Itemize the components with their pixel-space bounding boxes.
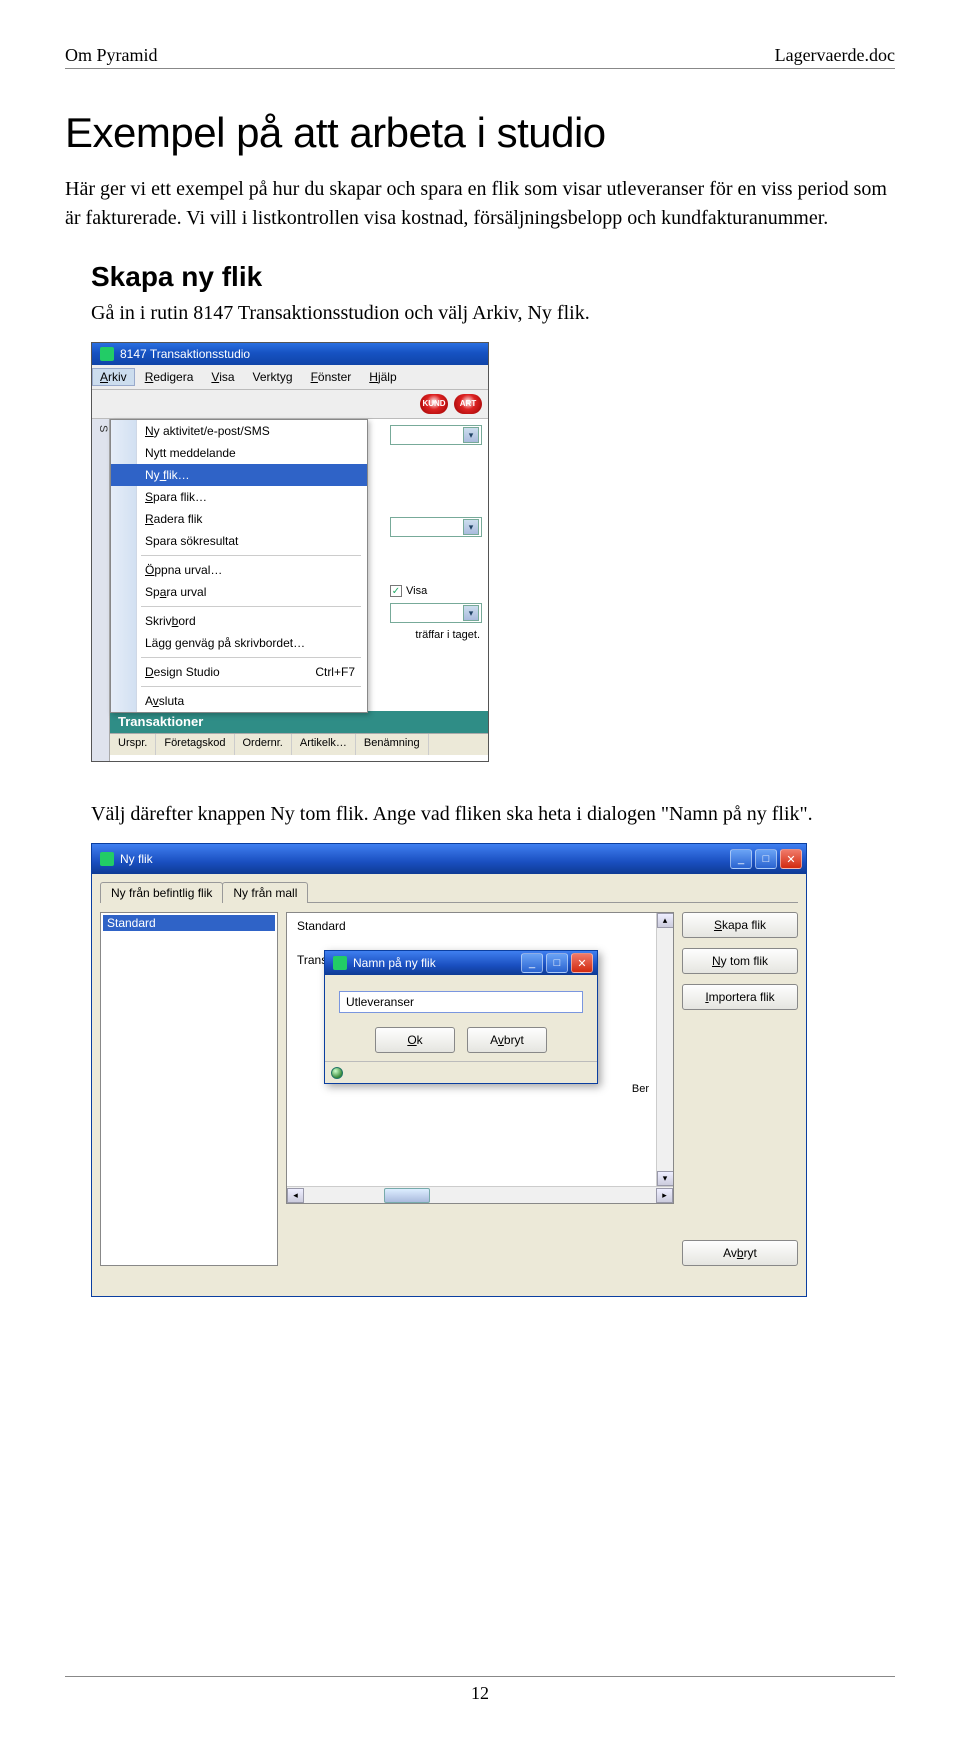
list-item-standard[interactable]: Standard <box>103 915 275 931</box>
header-left: Om Pyramid <box>65 45 158 66</box>
menubar: Arkiv Redigera Visa Verktyg Fönster Hjäl… <box>92 365 488 390</box>
status-indicator-icon <box>331 1067 343 1079</box>
intro-paragraph: Här ger vi ett exempel på hur du skapar … <box>65 175 895 233</box>
menuitem-avsluta[interactable]: Avsluta <box>111 690 367 712</box>
minimize-button[interactable]: _ <box>730 849 752 869</box>
tab-befintlig-flik[interactable]: Ny från befintlig flik <box>100 882 223 903</box>
ok-button[interactable]: Ok <box>375 1027 455 1053</box>
kund-badge-icon[interactable]: KUND <box>420 394 448 414</box>
namn-pa-ny-flik-dialog: Namn på ny flik _ □ ✕ Utleveranser Ok Av… <box>324 950 598 1084</box>
menu-redigera[interactable]: Redigera <box>137 368 202 386</box>
nyflik-titlebar: Ny flik _ □ ✕ <box>92 844 806 874</box>
namn-title: Namn på ny flik <box>353 956 436 970</box>
ny-tom-flik-button[interactable]: Ny tom flik <box>682 948 798 974</box>
chevron-down-icon: ▾ <box>463 519 479 535</box>
close-button[interactable]: ✕ <box>571 953 593 973</box>
col-benamning[interactable]: Benämning <box>356 734 429 755</box>
col-urspr[interactable]: Urspr. <box>110 734 156 755</box>
scroll-right-icon[interactable]: ▸ <box>656 1188 673 1203</box>
section-header-transaktioner: Transaktioner <box>110 711 488 733</box>
maximize-button[interactable]: □ <box>546 953 568 973</box>
shortcut-label: Ctrl+F7 <box>315 665 355 679</box>
importera-flik-button[interactable]: Importera flik <box>682 984 798 1010</box>
preview-title: Standard <box>287 913 673 939</box>
page-footer: 12 <box>65 1676 895 1704</box>
namn-statusbar <box>325 1061 597 1083</box>
menuitem-spara-sokresultat[interactable]: Spara sökresultat <box>111 530 367 552</box>
menu-visa[interactable]: Visa <box>203 368 242 386</box>
avbryt-button[interactable]: Avbryt <box>682 1240 798 1266</box>
scroll-up-icon[interactable]: ▴ <box>657 913 674 928</box>
scroll-down-icon[interactable]: ▾ <box>657 1171 674 1186</box>
minimize-button[interactable]: _ <box>521 953 543 973</box>
menu-separator <box>141 555 361 556</box>
menuitem-ny-flik[interactable]: Ny flik… <box>111 464 367 486</box>
namn-input[interactable]: Utleveranser <box>339 991 583 1013</box>
maximize-button[interactable]: □ <box>755 849 777 869</box>
menu-separator-4 <box>141 686 361 687</box>
close-button[interactable]: ✕ <box>780 849 802 869</box>
menuitem-spara-urval[interactable]: Spara urval <box>111 581 367 603</box>
menuitem-skrivbord[interactable]: Skrivbord <box>111 610 367 632</box>
app-icon <box>100 347 114 361</box>
menuitem-lagg-genvag[interactable]: Lägg genväg på skrivbordet… <box>111 632 367 654</box>
nyflik-title: Ny flik <box>120 852 153 866</box>
skapa-flik-button[interactable]: Skapa flik <box>682 912 798 938</box>
visa-checkbox[interactable]: ✓ <box>390 585 402 597</box>
tab-fran-mall[interactable]: Ny från mall <box>222 882 308 903</box>
toolbar: KUND ART <box>92 390 488 419</box>
app-icon <box>100 852 114 866</box>
menu-hjalp[interactable]: Hjälp <box>361 368 404 386</box>
combo-3[interactable]: ▾ <box>390 603 482 623</box>
header-right: Lagervaerde.doc <box>775 45 895 66</box>
menuitem-nytt-meddelande[interactable]: Nytt meddelande <box>111 442 367 464</box>
header-rule <box>65 68 895 69</box>
footer-rule <box>65 1676 895 1677</box>
menuitem-spara-flik[interactable]: Spara flik… <box>111 486 367 508</box>
app-icon <box>333 956 347 970</box>
column-headers: Urspr. Företagskod Ordernr. Artikelk… Be… <box>110 733 488 755</box>
screenshot-ny-flik-dialog: Ny flik _ □ ✕ Ny från befintlig flik Ny … <box>91 843 807 1297</box>
scrollbar-horizontal[interactable]: ◂ ▸ <box>287 1186 673 1203</box>
scrollbar-vertical[interactable]: ▴ ▾ <box>656 913 673 1186</box>
screenshot-menu-dropdown: 8147 Transaktionsstudio Arkiv Redigera V… <box>91 342 489 762</box>
preview-hint: Ber <box>632 1083 649 1095</box>
menuitem-radera-flik[interactable]: Radera flik <box>111 508 367 530</box>
visa-label: Visa <box>406 585 427 597</box>
arkiv-dropdown: Ny aktivitet/e-post/SMS Nytt meddelande … <box>110 419 368 713</box>
chevron-down-icon: ▾ <box>463 605 479 621</box>
menu-separator-2 <box>141 606 361 607</box>
window-titlebar: 8147 Transaktionsstudio <box>92 343 488 365</box>
menu-fonster[interactable]: Fönster <box>303 368 360 386</box>
col-artikelk[interactable]: Artikelk… <box>292 734 356 755</box>
page-number: 12 <box>471 1683 489 1703</box>
col-ordernr[interactable]: Ordernr. <box>235 734 292 755</box>
menuitem-oppna-urval[interactable]: Öppna urval… <box>111 559 367 581</box>
scroll-thumb[interactable] <box>384 1188 430 1203</box>
para-instruction-2: Välj därefter knappen Ny tom flik. Ange … <box>91 800 895 829</box>
menu-arkiv[interactable]: Arkiv <box>92 368 135 386</box>
para-instruction-1: Gå in i rutin 8147 Transaktionsstudion o… <box>91 299 895 328</box>
heading-skapa-ny-flik: Skapa ny flik <box>91 261 895 293</box>
col-foretagskod[interactable]: Företagskod <box>156 734 234 755</box>
traffar-label: träffar i taget. <box>390 629 482 641</box>
page-header: Om Pyramid Lagervaerde.doc <box>65 45 895 66</box>
template-listbox[interactable]: Standard <box>100 912 278 1266</box>
menu-verktyg[interactable]: Verktyg <box>245 368 301 386</box>
art-badge-icon[interactable]: ART <box>454 394 482 414</box>
scroll-left-icon[interactable]: ◂ <box>287 1188 304 1203</box>
menuitem-ny-aktivitet[interactable]: Ny aktivitet/e-post/SMS <box>111 420 367 442</box>
combo-2[interactable]: ▾ <box>390 517 482 537</box>
sidebar-letter: S <box>92 419 110 761</box>
chevron-down-icon: ▾ <box>463 427 479 443</box>
heading-main: Exempel på att arbeta i studio <box>65 109 895 157</box>
menuitem-design-studio[interactable]: Design StudioCtrl+F7 <box>111 661 367 683</box>
menu-separator-3 <box>141 657 361 658</box>
avbryt-button[interactable]: Avbryt <box>467 1027 547 1053</box>
combo-1[interactable]: ▾ <box>390 425 482 445</box>
window-title: 8147 Transaktionsstudio <box>120 347 250 361</box>
tabs: Ny från befintlig flik Ny från mall <box>92 874 806 903</box>
